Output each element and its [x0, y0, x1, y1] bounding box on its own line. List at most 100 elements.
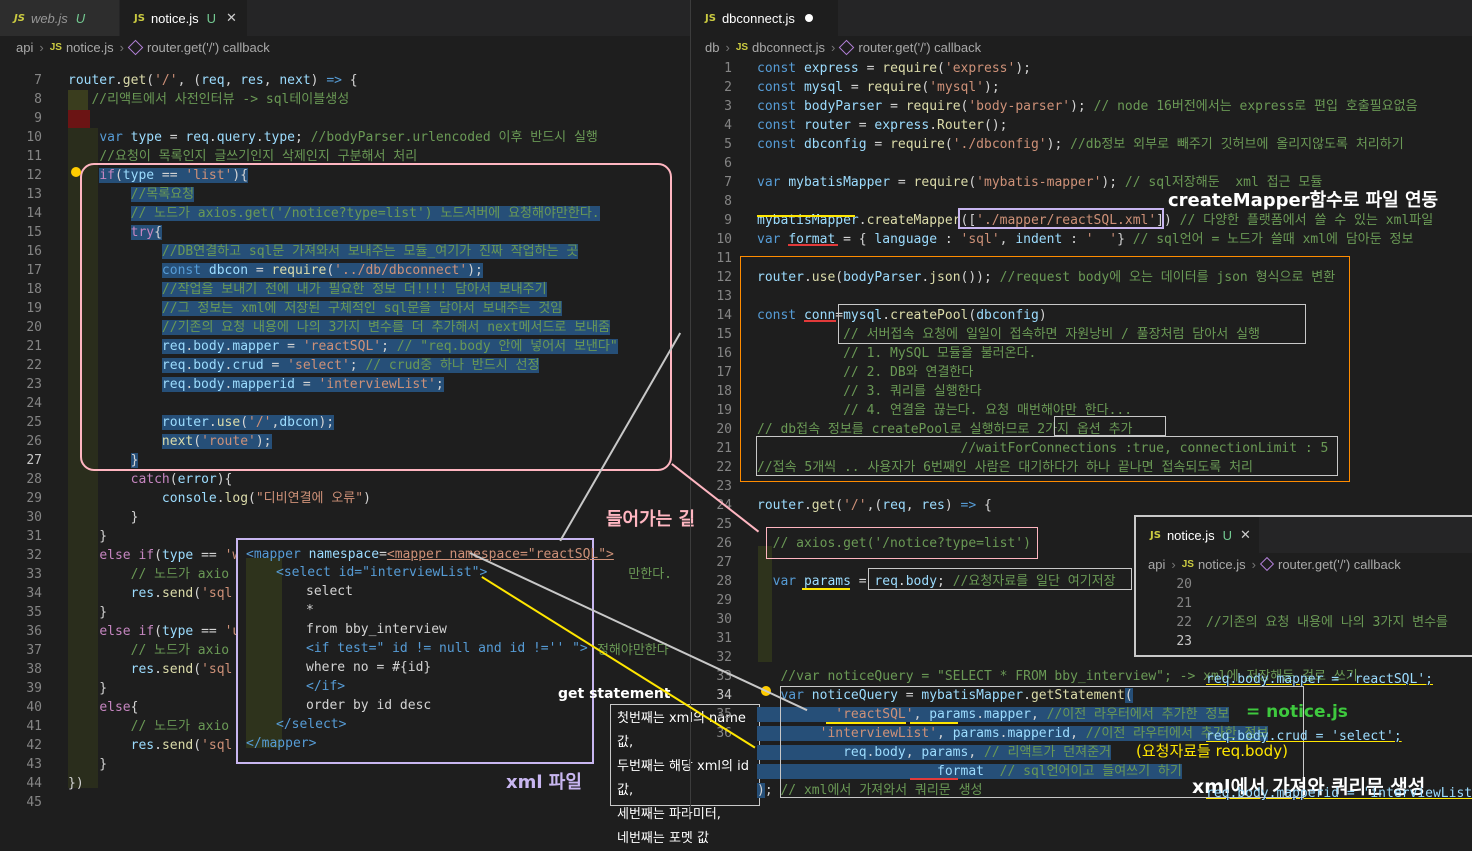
- tab-notice-js[interactable]: JS notice.js U ✕: [120, 0, 248, 36]
- line-number: 11: [26, 149, 42, 164]
- line-number: 27: [26, 453, 42, 468]
- line-number: 21: [1176, 596, 1192, 611]
- underline-mark: [910, 722, 958, 724]
- line-number: 8: [34, 92, 42, 107]
- line-number: 37: [26, 643, 42, 658]
- xml-body: <select id="interviewList"> select * from b…: [246, 563, 588, 753]
- breadcrumb-file[interactable]: dbconnect.js: [752, 40, 825, 55]
- line-number: 30: [26, 510, 42, 525]
- line-number: 34: [26, 586, 42, 601]
- line-number: 6: [724, 156, 732, 171]
- line-number: 2: [724, 80, 732, 95]
- line-number: 4: [724, 118, 732, 133]
- line-number: 18: [716, 384, 732, 399]
- line-number: 29: [716, 593, 732, 608]
- js-file-icon: JS: [1150, 529, 1161, 541]
- line-number: 36: [26, 624, 42, 639]
- code-line: req.body.crud = 'select';: [1206, 729, 1402, 744]
- breadcrumb-folder[interactable]: db: [705, 40, 719, 55]
- close-icon[interactable]: ✕: [226, 10, 237, 26]
- breadcrumb-symbol[interactable]: router.get('/') callback: [1278, 557, 1401, 572]
- line-number: 35: [26, 605, 42, 620]
- line-number: 43: [26, 757, 42, 772]
- line-number: 9: [34, 111, 42, 126]
- note-item: 네번째는 포멧 값: [617, 831, 709, 846]
- line-number: 28: [716, 574, 732, 589]
- line-number: 42: [26, 738, 42, 753]
- chevron-right-icon: ›: [119, 39, 124, 55]
- line-number: 25: [716, 517, 732, 532]
- js-file-icon: JS: [134, 12, 145, 24]
- underline-mark: [788, 244, 838, 246]
- breadcrumb-symbol[interactable]: router.get('/') callback: [858, 40, 981, 55]
- line-number: 21: [716, 441, 732, 456]
- line-number: 7: [724, 175, 732, 190]
- line-number: 19: [716, 403, 732, 418]
- breadcrumb-folder[interactable]: api: [16, 40, 33, 55]
- underline-mark: [757, 215, 855, 217]
- right-tab-bar: JS dbconnect.js: [691, 0, 1472, 36]
- xml-mapper-tag: <mapper namespace="reactSQL">: [386, 547, 614, 562]
- line-number: 11: [716, 251, 732, 266]
- breadcrumb-symbol[interactable]: router.get('/') callback: [147, 40, 270, 55]
- breadcrumb-file[interactable]: notice.js: [1198, 557, 1246, 572]
- xml-line: <if test=" id != null and id !='' ">: [306, 641, 588, 656]
- tab-dbconnect-js[interactable]: JS dbconnect.js: [691, 0, 839, 36]
- options-detail-highlight: [756, 436, 1338, 476]
- params-highlight: [868, 568, 1132, 590]
- line-number: 23: [26, 377, 42, 392]
- close-icon[interactable]: ✕: [1240, 527, 1251, 543]
- tab-label: notice.js: [1166, 527, 1215, 543]
- line-number: 40: [26, 700, 42, 715]
- editor-split-divider[interactable]: [690, 0, 691, 812]
- tab-web-js[interactable]: JS web.js U: [0, 0, 120, 36]
- chevron-right-icon: ›: [39, 39, 44, 55]
- tab-notice-js[interactable]: JS notice.js U ✕: [1136, 517, 1260, 553]
- line-number: 3: [724, 99, 732, 114]
- untracked-badge: U: [75, 10, 86, 26]
- underline-mark: [802, 588, 850, 590]
- line-number: 12: [26, 168, 42, 183]
- line-number: 12: [716, 270, 732, 285]
- chevron-right-icon: ›: [725, 39, 730, 55]
- lightbulb-icon[interactable]: [71, 167, 81, 177]
- line-number: 27: [716, 555, 732, 570]
- underline-mark: [910, 778, 958, 780]
- js-file-icon: JS: [49, 41, 62, 53]
- tab-label: dbconnect.js: [721, 10, 795, 26]
- notice-js-preview: JS notice.js U ✕ api › JS notice.js › route…: [1134, 515, 1472, 801]
- line-number: 26: [716, 536, 732, 551]
- js-file-icon: JS: [14, 12, 25, 24]
- line-number: 33: [716, 669, 732, 684]
- xml-line: <select id="interviewList">: [276, 565, 488, 580]
- line-number: 17: [26, 263, 42, 278]
- breadcrumb-folder[interactable]: api: [1148, 557, 1165, 572]
- line-number: 44: [26, 776, 42, 791]
- xml-path-highlight: [958, 208, 1164, 229]
- line-number: 16: [26, 244, 42, 259]
- if-list-block-highlight: [80, 163, 672, 471]
- line-number: 5: [724, 137, 732, 152]
- line-number: 34: [716, 688, 732, 703]
- js-file-icon: JS: [705, 12, 716, 24]
- code-line: //기존의 요청 내용에 나의 3가지 변수를: [1206, 615, 1449, 630]
- xml-line: order by id desc: [306, 698, 432, 713]
- line-number: 31: [26, 529, 42, 544]
- underline-mark: [804, 320, 836, 322]
- line-number: 18: [26, 282, 42, 297]
- tab-label: notice.js: [150, 10, 199, 26]
- line-number: 20: [716, 422, 732, 437]
- xml-line: </if>: [306, 679, 346, 694]
- untracked-badge: U: [206, 10, 217, 26]
- note-item: 세번째는 파라미터,: [617, 807, 721, 822]
- line-number: 45: [26, 795, 42, 810]
- note-item: 첫번째는 xml의 name값,: [617, 711, 746, 750]
- chevron-right-icon: ›: [1171, 556, 1176, 572]
- line-number: 41: [26, 719, 42, 734]
- untracked-badge: U: [1222, 527, 1233, 543]
- line-number: 24: [26, 396, 42, 411]
- breadcrumb-file[interactable]: notice.js: [66, 40, 114, 55]
- xml-line: from bby_interview: [306, 622, 447, 637]
- line-number: 13: [716, 289, 732, 304]
- unsaved-dot-icon[interactable]: [804, 14, 813, 22]
